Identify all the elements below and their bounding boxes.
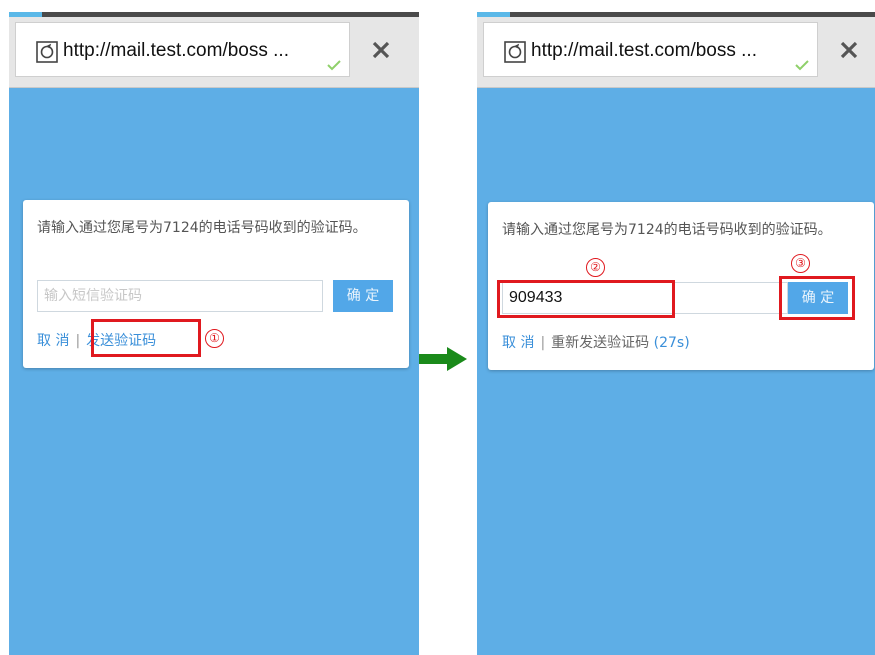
page-refresh-icon[interactable] [36, 41, 58, 63]
browser-toolbar: http://mail.test.com/boss ... [9, 12, 419, 88]
annotation-step2: ② [586, 258, 605, 277]
close-icon [372, 41, 390, 58]
dialog-actions: 取 消 | 重新发送验证码 (27s) [502, 332, 690, 352]
browser-toolbar: http://mail.test.com/boss ... [477, 12, 875, 88]
annotation-box-step2 [497, 280, 675, 318]
annotation-step3: ③ [791, 254, 810, 273]
phone-screen-after: http://mail.test.com/boss ... 请输入通过您尾号为7… [477, 12, 875, 655]
close-tab-button[interactable] [350, 22, 412, 77]
action-separator: | [75, 333, 81, 349]
action-separator: | [540, 335, 546, 351]
annotation-box-step1 [91, 319, 201, 357]
resend-countdown: (27s) [653, 335, 690, 351]
url-text: http://mail.test.com/boss ... [63, 40, 289, 61]
cancel-link[interactable]: 取 消 [37, 333, 69, 349]
verification-prompt: 请输入通过您尾号为7124的电话号码收到的验证码。 [502, 222, 832, 238]
annotation-box-step3 [779, 276, 855, 320]
arrow-right-icon [419, 347, 467, 371]
close-tab-button[interactable] [818, 22, 875, 77]
annotation-step1: ① [205, 329, 224, 348]
address-bar[interactable]: http://mail.test.com/boss ... [15, 22, 350, 77]
address-bar[interactable]: http://mail.test.com/boss ... [483, 22, 818, 77]
page-refresh-icon[interactable] [504, 41, 526, 63]
url-text: http://mail.test.com/boss ... [531, 40, 757, 61]
phone-screen-before: http://mail.test.com/boss ... 请输入通过您尾号为7… [9, 12, 419, 655]
secure-check-icon [327, 60, 341, 71]
verification-prompt: 请输入通过您尾号为7124的电话号码收到的验证码。 [37, 220, 367, 236]
close-icon [840, 41, 858, 58]
secure-check-icon [795, 60, 809, 71]
cancel-link[interactable]: 取 消 [502, 335, 534, 351]
sms-code-placeholder: 输入短信验证码 [44, 288, 142, 304]
confirm-button[interactable]: 确 定 [333, 280, 393, 312]
page-load-progress [477, 12, 875, 17]
resend-code-link: 重新发送验证码 [551, 335, 650, 351]
sms-code-input[interactable]: 输入短信验证码 [37, 280, 323, 312]
page-load-progress [9, 12, 419, 17]
